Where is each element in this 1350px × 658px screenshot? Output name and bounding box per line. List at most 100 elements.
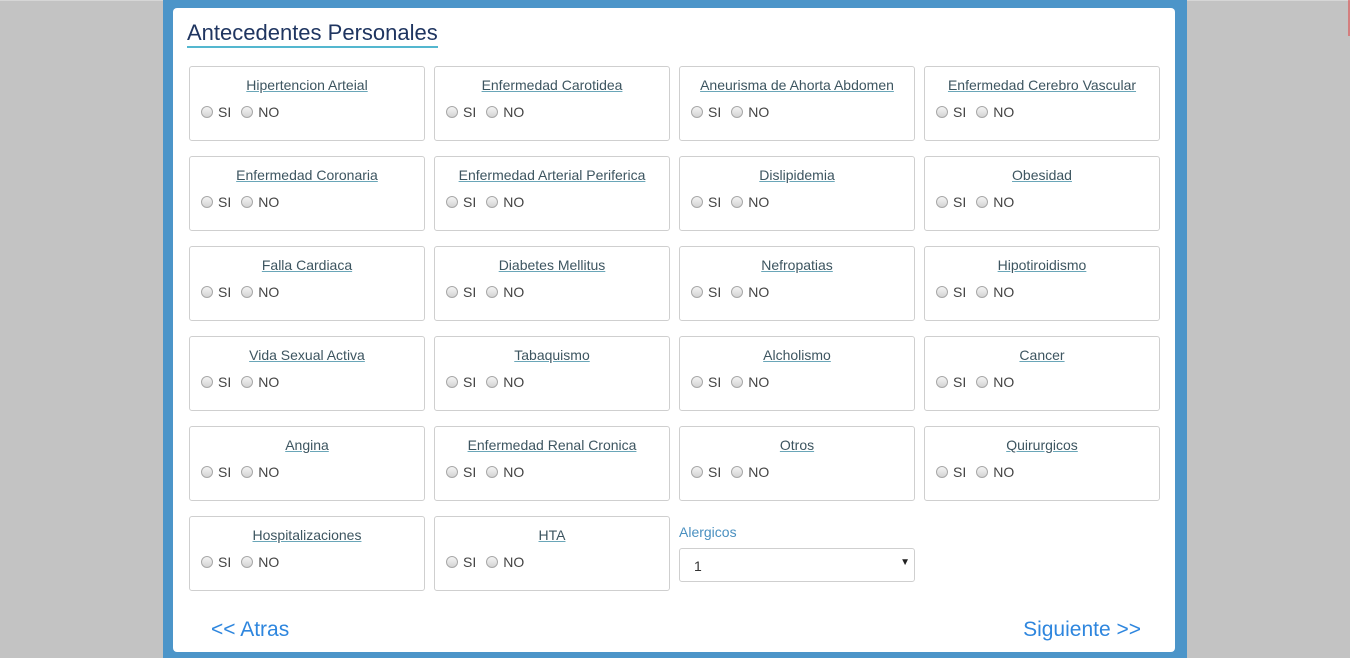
radio-si[interactable] <box>201 466 213 478</box>
option-no[interactable]: NO <box>976 374 1014 390</box>
option-no[interactable]: NO <box>976 284 1014 300</box>
radio-no[interactable] <box>241 196 254 208</box>
page-title: Antecedentes Personales <box>187 20 438 48</box>
option-no[interactable]: NO <box>731 104 769 120</box>
option-no[interactable]: NO <box>486 194 524 210</box>
radio-no[interactable] <box>241 556 254 568</box>
option-no[interactable]: NO <box>731 194 769 210</box>
radio-no[interactable] <box>486 466 499 478</box>
option-no[interactable]: NO <box>241 374 279 390</box>
option-no[interactable]: NO <box>486 374 524 390</box>
option-no[interactable]: NO <box>486 104 524 120</box>
radio-si[interactable] <box>446 376 458 388</box>
option-no[interactable]: NO <box>976 194 1014 210</box>
option-no[interactable]: NO <box>731 374 769 390</box>
option-si[interactable]: SI <box>201 554 231 570</box>
option-no[interactable]: NO <box>241 284 279 300</box>
radio-no[interactable] <box>486 106 499 118</box>
radio-si[interactable] <box>201 106 213 118</box>
radio-si[interactable] <box>446 196 458 208</box>
radio-si[interactable] <box>446 106 458 118</box>
option-si[interactable]: SI <box>691 194 721 210</box>
radio-si[interactable] <box>691 466 703 478</box>
option-si-label: SI <box>463 194 477 210</box>
radio-no[interactable] <box>486 376 499 388</box>
next-link[interactable]: Siguiente >> <box>1023 618 1141 642</box>
option-no[interactable]: NO <box>731 284 769 300</box>
radio-no[interactable] <box>976 466 989 478</box>
option-si[interactable]: SI <box>936 194 966 210</box>
option-si[interactable]: SI <box>936 374 966 390</box>
option-si[interactable]: SI <box>446 104 476 120</box>
option-si[interactable]: SI <box>201 464 231 480</box>
option-si[interactable]: SI <box>446 554 476 570</box>
option-no-label: NO <box>748 194 770 210</box>
radio-no[interactable] <box>241 286 254 298</box>
option-si[interactable]: SI <box>201 284 231 300</box>
option-si[interactable]: SI <box>691 374 721 390</box>
radio-si[interactable] <box>446 286 458 298</box>
alergicos-select[interactable]: 1 ▼ <box>679 548 915 582</box>
option-no[interactable]: NO <box>976 464 1014 480</box>
option-si[interactable]: SI <box>691 464 721 480</box>
radio-si[interactable] <box>936 286 948 298</box>
radio-si[interactable] <box>936 376 948 388</box>
yes-no-options: SI NO <box>691 374 779 390</box>
option-si[interactable]: SI <box>936 464 966 480</box>
radio-si[interactable] <box>446 466 458 478</box>
back-link[interactable]: << Atras <box>211 618 289 642</box>
option-no[interactable]: NO <box>241 104 279 120</box>
condition-label: Hipotiroidismo <box>997 257 1087 273</box>
radio-si[interactable] <box>691 376 703 388</box>
option-no[interactable]: NO <box>241 554 279 570</box>
option-si[interactable]: SI <box>446 284 476 300</box>
radio-no[interactable] <box>241 466 254 478</box>
radio-si[interactable] <box>201 376 213 388</box>
radio-si[interactable] <box>936 196 948 208</box>
option-si[interactable]: SI <box>446 464 476 480</box>
option-no[interactable]: NO <box>976 104 1014 120</box>
condition-label: Nefropatias <box>761 257 833 273</box>
option-no[interactable]: NO <box>241 194 279 210</box>
radio-no[interactable] <box>976 286 989 298</box>
option-si[interactable]: SI <box>446 194 476 210</box>
radio-no[interactable] <box>731 196 744 208</box>
option-si[interactable]: SI <box>201 374 231 390</box>
radio-no[interactable] <box>976 196 989 208</box>
radio-no[interactable] <box>976 376 989 388</box>
yes-no-options: SI NO <box>936 194 1024 210</box>
radio-no[interactable] <box>976 106 989 118</box>
option-no[interactable]: NO <box>486 284 524 300</box>
radio-no[interactable] <box>486 286 499 298</box>
radio-si[interactable] <box>936 466 948 478</box>
yes-no-options: SI NO <box>936 284 1024 300</box>
radio-no[interactable] <box>241 106 254 118</box>
option-si[interactable]: SI <box>691 284 721 300</box>
option-no[interactable]: NO <box>486 464 524 480</box>
option-si[interactable]: SI <box>691 104 721 120</box>
radio-si[interactable] <box>201 286 213 298</box>
radio-no[interactable] <box>731 376 744 388</box>
yes-no-options: SI NO <box>446 284 534 300</box>
radio-si[interactable] <box>936 106 948 118</box>
option-si[interactable]: SI <box>201 194 231 210</box>
radio-no[interactable] <box>731 466 744 478</box>
option-si[interactable]: SI <box>936 104 966 120</box>
radio-no[interactable] <box>486 196 499 208</box>
radio-no[interactable] <box>731 286 744 298</box>
radio-si[interactable] <box>691 286 703 298</box>
option-no[interactable]: NO <box>241 464 279 480</box>
option-si[interactable]: SI <box>936 284 966 300</box>
radio-no[interactable] <box>731 106 744 118</box>
option-si[interactable]: SI <box>201 104 231 120</box>
radio-no[interactable] <box>241 376 254 388</box>
radio-si[interactable] <box>446 556 458 568</box>
option-no[interactable]: NO <box>731 464 769 480</box>
radio-si[interactable] <box>691 106 703 118</box>
radio-si[interactable] <box>201 196 213 208</box>
radio-no[interactable] <box>486 556 499 568</box>
radio-si[interactable] <box>691 196 703 208</box>
radio-si[interactable] <box>201 556 213 568</box>
option-no[interactable]: NO <box>486 554 524 570</box>
option-si[interactable]: SI <box>446 374 476 390</box>
